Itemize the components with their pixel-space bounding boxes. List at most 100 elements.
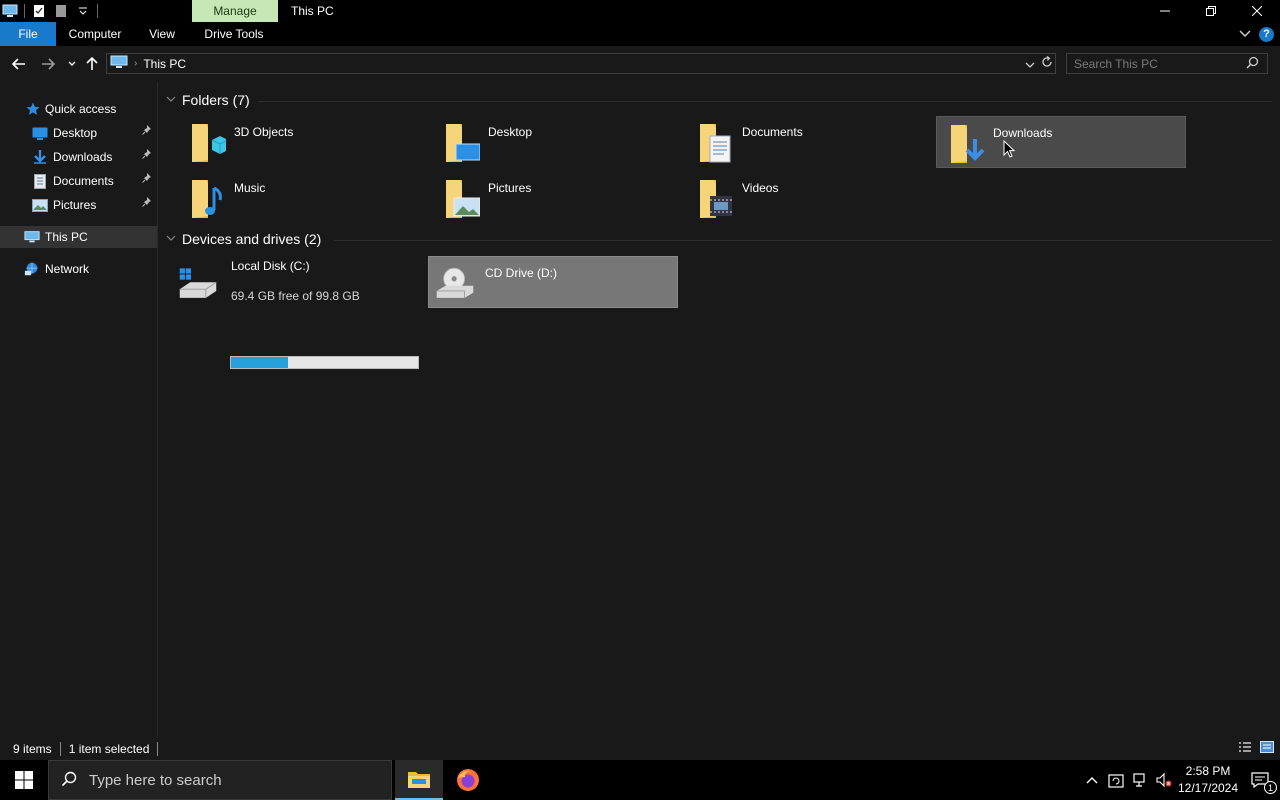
folder-label: Music	[234, 181, 266, 195]
pin-icon[interactable]	[142, 125, 152, 138]
group-title: Devices and drives (2)	[182, 231, 322, 247]
tab-computer[interactable]: Computer	[62, 22, 128, 46]
forward-arrow-icon	[42, 58, 55, 70]
sidebar-item-this-pc[interactable]: This PC	[0, 226, 157, 248]
devices-group-header[interactable]: Devices and drives (2)	[166, 231, 321, 247]
restore-button[interactable]	[1188, 0, 1234, 22]
help-icon[interactable]: ?	[1259, 26, 1274, 42]
sidebar-item-quick-access[interactable]: Quick access	[0, 98, 157, 120]
folder-label: Documents	[742, 125, 803, 139]
folder-downloads[interactable]: Downloads	[936, 116, 1186, 168]
quick-access-toolbar	[0, 0, 98, 22]
group-divider	[334, 240, 1272, 241]
refresh-icon[interactable]	[1041, 56, 1053, 71]
3d-objects-folder-icon	[192, 124, 226, 162]
manage-context-tab[interactable]: Manage	[192, 0, 278, 22]
clock-date: 12/17/2024	[1177, 781, 1239, 795]
tab-view[interactable]: View	[140, 22, 184, 46]
breadcrumb-chevron-icon[interactable]: ›	[134, 58, 137, 69]
pin-icon[interactable]	[142, 149, 152, 162]
sidebar-item-desktop[interactable]: Desktop	[0, 122, 157, 144]
details-view-icon[interactable]	[1238, 741, 1252, 756]
sidebar-item-documents[interactable]: Documents	[0, 170, 157, 192]
taskbar-search-placeholder: Type here to search	[89, 771, 222, 789]
sidebar-item-network[interactable]: Network	[0, 258, 157, 280]
collapse-chevron-icon	[166, 95, 176, 106]
pin-icon[interactable]	[142, 173, 152, 186]
show-hidden-icons-button[interactable]	[1080, 760, 1104, 800]
toolbar-separator	[24, 4, 25, 18]
address-bar[interactable]: › This PC	[106, 53, 1056, 74]
minimize-button[interactable]	[1142, 0, 1188, 22]
volume-muted-icon[interactable]	[1152, 760, 1176, 800]
sidebar-item-label: This PC	[45, 230, 88, 244]
customize-toolbar-icon[interactable]	[75, 3, 91, 19]
new-folder-icon[interactable]	[53, 3, 69, 19]
folders-group-header[interactable]: Folders (7)	[166, 92, 250, 108]
close-button[interactable]	[1234, 0, 1280, 22]
this-pc-icon	[110, 55, 128, 72]
recent-locations-button[interactable]	[62, 54, 82, 74]
tray-update-icon[interactable]	[1104, 760, 1128, 800]
pin-icon[interactable]	[142, 197, 152, 210]
back-button[interactable]	[9, 54, 29, 74]
folder-music[interactable]: Music	[178, 172, 428, 224]
drive-usage-fill	[231, 357, 289, 368]
up-button[interactable]	[82, 54, 102, 74]
sidebar-item-label: Pictures	[53, 198, 97, 212]
minimize-icon	[1160, 10, 1170, 12]
hard-drive-icon	[179, 268, 217, 298]
search-box	[1066, 53, 1268, 74]
folder-desktop[interactable]: Desktop	[432, 116, 682, 168]
properties-icon[interactable]	[31, 3, 47, 19]
tab-file[interactable]: File	[0, 22, 56, 46]
search-icon	[61, 771, 77, 790]
status-separator	[157, 742, 159, 756]
folder-label: Videos	[742, 181, 779, 195]
taskbar-file-explorer[interactable]	[395, 760, 443, 800]
search-icon[interactable]	[1246, 56, 1259, 72]
drive-cd-d[interactable]: CD Drive (D:)	[428, 256, 678, 308]
folder-label: Downloads	[993, 126, 1053, 140]
drive-free-space: 69.4 GB free of 99.8 GB	[231, 289, 360, 303]
network-status-icon[interactable]	[1128, 760, 1152, 800]
action-center-button[interactable]: 1	[1240, 760, 1280, 800]
navigation-pane: Quick access Desktop Downloads Documents	[0, 90, 157, 738]
close-icon	[1252, 6, 1262, 16]
selection-count: 1 item selected	[68, 742, 150, 756]
mouse-cursor-icon	[1003, 140, 1015, 158]
expand-ribbon-icon[interactable]	[1239, 27, 1251, 41]
firefox-icon	[457, 769, 479, 791]
sidebar-item-pictures[interactable]: Pictures	[0, 194, 157, 216]
notification-badge: 1	[1264, 781, 1277, 794]
this-pc-icon	[24, 229, 40, 245]
drive-label: Local Disk (C:)	[231, 259, 310, 273]
this-pc-icon[interactable]	[2, 3, 18, 19]
collapse-chevron-icon	[166, 234, 176, 245]
folder-pictures[interactable]: Pictures	[432, 172, 682, 224]
sidebar-item-downloads[interactable]: Downloads	[0, 146, 157, 168]
folder-label: Desktop	[488, 125, 533, 139]
back-arrow-icon	[12, 58, 25, 70]
large-icons-view-icon[interactable]	[1260, 741, 1274, 756]
breadcrumb-this-pc[interactable]: This PC	[143, 57, 186, 71]
forward-button[interactable]	[38, 54, 58, 74]
pictures-folder-icon	[446, 180, 480, 218]
window-controls	[1142, 0, 1280, 22]
search-input[interactable]	[1067, 56, 1237, 71]
folder-3d-objects[interactable]: 3D Objects	[178, 116, 428, 168]
file-explorer-icon	[408, 772, 430, 788]
folder-documents[interactable]: Documents	[686, 116, 936, 168]
taskbar-search-box[interactable]: Type here to search	[48, 760, 392, 800]
taskbar: Type here to search 2:58 PM 12/17/2024 1	[0, 760, 1280, 800]
desktop-icon	[32, 125, 48, 141]
start-button[interactable]	[0, 760, 48, 800]
status-separator	[59, 742, 61, 756]
folder-videos[interactable]: Videos	[686, 172, 936, 224]
taskbar-clock[interactable]: 2:58 PM 12/17/2024	[1176, 760, 1240, 800]
chevron-down-icon	[68, 61, 76, 66]
address-dropdown-icon[interactable]	[1025, 57, 1035, 71]
taskbar-firefox[interactable]	[444, 760, 492, 800]
tab-drive-tools[interactable]: Drive Tools	[197, 22, 271, 46]
star-icon	[25, 101, 41, 117]
